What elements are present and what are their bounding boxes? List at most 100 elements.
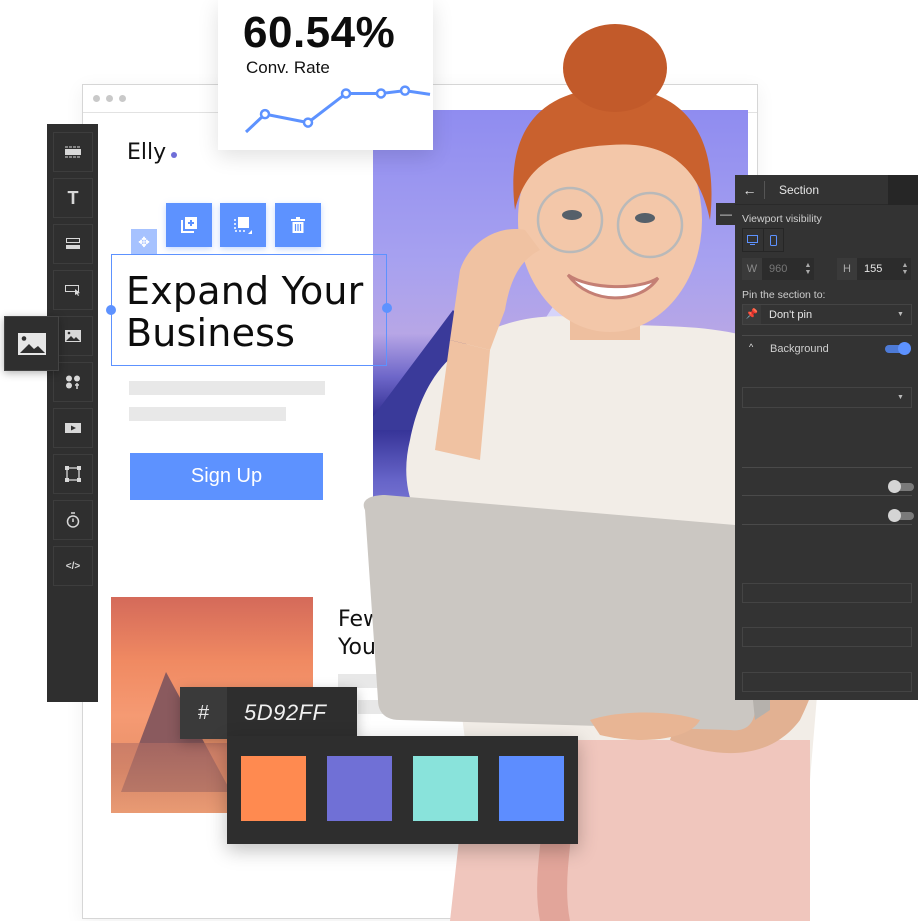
sidebar-item-button[interactable]: [53, 270, 93, 310]
collapse-button[interactable]: —: [716, 203, 736, 225]
sidebar-item-section[interactable]: [53, 132, 93, 172]
panel-input[interactable]: [742, 583, 912, 603]
section-icon: [65, 146, 81, 158]
color-swatch-purple[interactable]: [327, 756, 392, 821]
sidebar-item-strip[interactable]: [53, 224, 93, 264]
color-swatch-palette: [227, 736, 578, 844]
resize-icon: [234, 217, 252, 234]
sidebar-item-video[interactable]: [53, 408, 93, 448]
background-toggle[interactable]: [885, 342, 911, 355]
secondary-heading-line-1: Few: [338, 607, 381, 632]
option-toggle-1[interactable]: [888, 480, 914, 493]
site-logo[interactable]: Elly: [127, 140, 178, 165]
mobile-icon: [769, 234, 777, 246]
secondary-heading-line-2: You: [338, 635, 376, 660]
width-field[interactable]: W 960 ▲ ▼: [742, 258, 814, 280]
pin-select-value: Don't pin: [769, 308, 813, 321]
divider: [742, 467, 912, 468]
strip-icon: [66, 238, 80, 249]
window-dot: [106, 95, 113, 102]
height-value: 155: [864, 263, 883, 275]
resize-handle-left[interactable]: [106, 305, 116, 315]
pin-label: Pin the section to:: [742, 289, 826, 301]
sign-up-button[interactable]: Sign Up: [130, 453, 323, 500]
trend-point: [302, 117, 314, 128]
color-swatch-blue[interactable]: [499, 756, 564, 821]
conversion-trend-chart: [244, 85, 431, 134]
panel-input[interactable]: [742, 672, 912, 692]
back-arrow-icon[interactable]: ←: [735, 180, 765, 199]
desktop-visibility-button[interactable]: [743, 229, 763, 251]
toggle-knob: [888, 480, 901, 493]
toggle-knob: [888, 509, 901, 522]
delete-button[interactable]: [275, 203, 321, 247]
sidebar-item-text[interactable]: T: [53, 178, 93, 218]
color-swatch-orange[interactable]: [241, 756, 306, 821]
text-icon: T: [67, 187, 79, 208]
window-dot: [119, 95, 126, 102]
sidebar-item-social[interactable]: [53, 362, 93, 402]
move-icon: ✥: [138, 233, 150, 250]
text-placeholder: [358, 700, 488, 714]
trash-icon: [291, 217, 305, 233]
option-toggle-2[interactable]: [888, 509, 914, 522]
divider: [742, 524, 912, 525]
add-elements-sidebar: T </>: [47, 124, 98, 702]
text-placeholder: [129, 381, 325, 395]
image-icon: [17, 332, 46, 355]
add-copy-icon: [181, 217, 197, 233]
sidebar-item-timer[interactable]: [53, 500, 93, 540]
trend-point: [375, 88, 387, 99]
snow-peak: [538, 275, 628, 330]
code-icon: </>: [65, 560, 81, 572]
panel-corner: [888, 175, 918, 205]
color-swatch-teal[interactable]: [413, 756, 478, 821]
height-key: H: [837, 258, 857, 280]
text-placeholder: [338, 674, 488, 688]
button-cursor-icon: [65, 285, 80, 296]
headline-line-2: Business: [126, 311, 296, 355]
sidebar-item-code[interactable]: </>: [53, 546, 93, 586]
logo-text: Elly: [127, 140, 167, 165]
text-placeholder: [129, 407, 286, 421]
logo-dot: [171, 152, 178, 158]
mountain-hero-image[interactable]: [373, 110, 748, 540]
image-tooltip-popout[interactable]: [4, 316, 59, 371]
section-settings-panel: ← Section Viewport visibility W 960 ▲ ▼ H…: [735, 175, 918, 700]
headline-text[interactable]: Expand Your Business: [126, 270, 364, 354]
sidebar-item-shape[interactable]: [53, 454, 93, 494]
width-key: W: [742, 258, 762, 280]
hex-value: 5D92FF: [244, 700, 327, 725]
viewport-visibility-label: Viewport visibility: [742, 213, 822, 225]
height-stepper[interactable]: ▲ ▼: [899, 262, 911, 276]
toggle-knob: [898, 342, 911, 355]
pin-select[interactable]: 📌 Don't pin ▼: [742, 304, 912, 325]
pin-icon: 📌: [743, 305, 761, 324]
caret-down-icon: ▼: [897, 394, 904, 401]
background-label: Background: [770, 343, 829, 355]
divider: [742, 335, 912, 336]
secondary-heading[interactable]: Few You: [338, 606, 381, 662]
move-handle[interactable]: ✥: [131, 229, 157, 255]
social-icons-icon: [66, 375, 80, 389]
background-type-select[interactable]: ▼: [742, 387, 912, 408]
mobile-visibility-button[interactable]: [762, 229, 784, 251]
trend-point: [399, 85, 411, 96]
trend-point: [259, 108, 271, 120]
sidebar-item-image[interactable]: [53, 316, 93, 356]
caret-down-icon: ▼: [897, 311, 904, 318]
divider: [742, 495, 912, 496]
duplicate-button[interactable]: [166, 203, 212, 247]
resize-handle-right[interactable]: [382, 303, 392, 313]
desktop-icon: [747, 235, 759, 245]
resize-button[interactable]: [220, 203, 266, 247]
hex-color-input[interactable]: # 5D92FF: [180, 687, 357, 739]
chevron-up-icon[interactable]: ^: [749, 342, 753, 352]
width-value: 960: [769, 263, 788, 275]
image-icon: [65, 330, 81, 342]
width-stepper[interactable]: ▲ ▼: [802, 262, 814, 276]
height-field[interactable]: H 155 ▲ ▼: [837, 258, 911, 280]
headline-line-1: Expand Your: [126, 269, 364, 313]
timer-icon: [66, 512, 80, 528]
panel-input[interactable]: [742, 627, 912, 647]
